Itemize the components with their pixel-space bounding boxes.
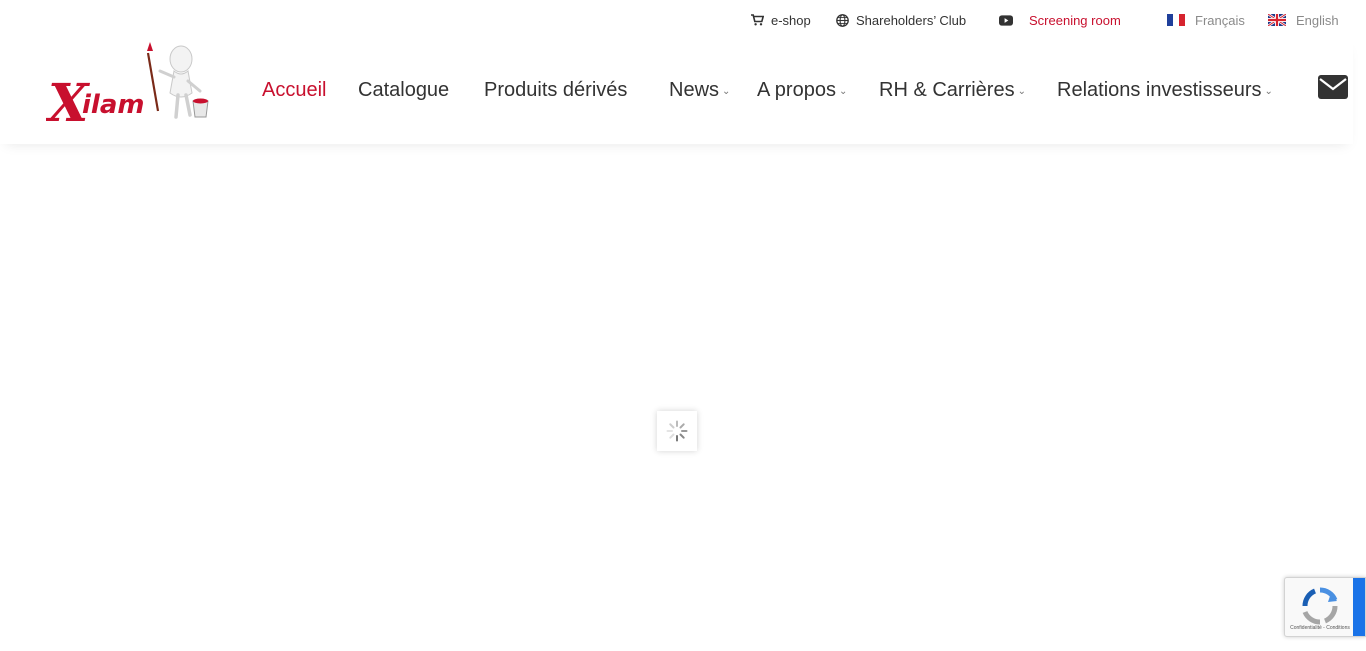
chevron-down-icon: ⌄ xyxy=(1017,85,1026,97)
nav-item-label: RH & Carrières xyxy=(879,78,1015,101)
youtube-icon xyxy=(999,13,1013,27)
nav-item-produits-derives[interactable]: Produits dérivés xyxy=(484,77,627,103)
nav-item-label: Relations investisseurs xyxy=(1057,78,1262,101)
language-english-link[interactable]: English xyxy=(1268,11,1339,29)
uk-flag-icon xyxy=(1268,14,1286,26)
logo-wordmark: ilam xyxy=(82,90,144,120)
recaptcha-terms: Confidentialité - Conditions xyxy=(1290,625,1350,631)
shareholders-club-label: Shareholders’ Club xyxy=(856,12,967,28)
logo-mascot xyxy=(146,42,209,119)
chevron-down-icon: ⌄ xyxy=(1264,85,1273,97)
nav-item-label: Accueil xyxy=(262,78,327,101)
main-header: X ilam Accueil Catalogue Produits dérivé… xyxy=(0,38,1353,144)
language-french-label: Français xyxy=(1195,12,1245,28)
recaptcha-icon xyxy=(1302,587,1338,625)
chevron-down-icon: ⌄ xyxy=(722,85,731,97)
cart-icon xyxy=(750,13,764,27)
nav-item-label: Produits dérivés xyxy=(484,78,628,101)
nav-item-relations-investisseurs[interactable]: Relations investisseurs ⌄ xyxy=(1057,77,1273,103)
france-flag-icon xyxy=(1167,14,1185,26)
globe-icon xyxy=(835,13,849,27)
nav-item-label: Catalogue xyxy=(358,78,450,101)
envelope-icon xyxy=(1318,75,1348,99)
xilam-logo[interactable]: X ilam xyxy=(45,41,216,134)
nav-item-accueil[interactable]: Accueil xyxy=(262,77,326,103)
loading-indicator xyxy=(657,411,697,451)
nav-item-a-propos[interactable]: A propos ⌄ xyxy=(757,77,847,103)
screening-room-label: Screening room xyxy=(1029,12,1121,28)
language-french-link[interactable]: Français xyxy=(1167,11,1245,29)
recaptcha-side-bar xyxy=(1353,578,1365,636)
shareholders-club-link[interactable]: Shareholders’ Club xyxy=(835,11,966,29)
eshop-label: e-shop xyxy=(771,12,811,28)
nav-item-label: News xyxy=(669,78,720,101)
nav-item-news[interactable]: News ⌄ xyxy=(669,77,730,103)
eshop-link[interactable]: e-shop xyxy=(750,11,811,29)
spinner-icon xyxy=(666,420,688,442)
nav-item-rh-carrieres[interactable]: RH & Carrières ⌄ xyxy=(879,77,1026,103)
nav-item-catalogue[interactable]: Catalogue xyxy=(358,77,449,103)
top-bar: e-shop Shareholders’ Club Screening room… xyxy=(0,0,1366,38)
language-english-label: English xyxy=(1296,12,1339,28)
chevron-down-icon: ⌄ xyxy=(838,85,848,97)
page-content xyxy=(0,144,1353,651)
contact-button[interactable] xyxy=(1318,75,1348,99)
nav-item-label: A propos xyxy=(757,78,836,101)
recaptcha-badge[interactable]: Confidentialité - Conditions xyxy=(1284,577,1366,637)
screening-room-link[interactable]: Screening room xyxy=(999,11,1121,29)
